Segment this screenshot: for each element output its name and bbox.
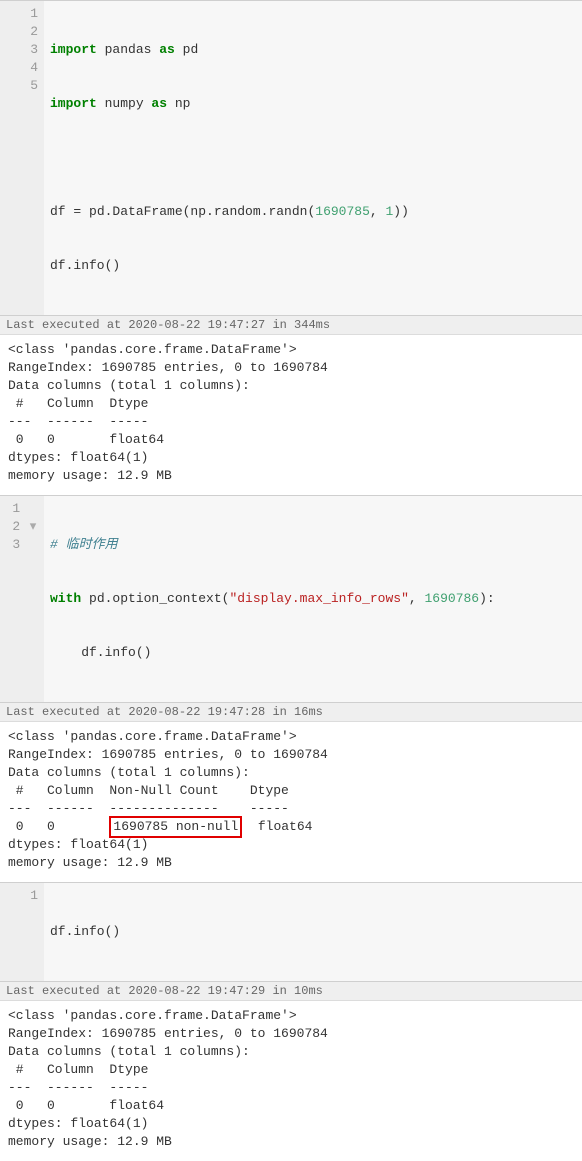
output-area-2: <class 'pandas.core.frame.DataFrame'> Ra… — [0, 722, 582, 882]
line-number-gutter: 1 2 ▾ 3 — [0, 496, 44, 702]
code-line: import numpy as np — [50, 95, 576, 113]
code-line: with pd.option_context("display.max_info… — [50, 590, 576, 608]
execution-status: Last executed at 2020-08-22 19:47:29 in … — [0, 982, 582, 1001]
execution-status: Last executed at 2020-08-22 19:47:27 in … — [0, 316, 582, 335]
highlighted-value: 1690785 non-null — [109, 816, 242, 838]
line-number-gutter: 1 2 3 4 5 — [0, 1, 44, 315]
output-area-1: <class 'pandas.core.frame.DataFrame'> Ra… — [0, 335, 582, 495]
code-line — [50, 149, 576, 167]
code-line: df.info() — [50, 644, 576, 662]
code-area[interactable]: df.info() — [44, 883, 582, 981]
fold-icon: ▾ — [28, 518, 38, 536]
code-line: df.info() — [50, 923, 576, 941]
code-line: import pandas as pd — [50, 41, 576, 59]
code-area[interactable]: # 临时作用 with pd.option_context("display.m… — [44, 496, 582, 702]
line-number-gutter: 1 — [0, 883, 44, 981]
code-area[interactable]: import pandas as pd import numpy as np d… — [44, 1, 582, 315]
code-cell-3[interactable]: 1 df.info() — [0, 882, 582, 982]
code-cell-2[interactable]: 1 2 ▾ 3 # 临时作用 with pd.option_context("d… — [0, 495, 582, 703]
execution-status: Last executed at 2020-08-22 19:47:28 in … — [0, 703, 582, 722]
code-cell-1[interactable]: 1 2 3 4 5 import pandas as pd import num… — [0, 0, 582, 316]
code-line: df = pd.DataFrame(np.random.randn(169078… — [50, 203, 576, 221]
output-area-3: <class 'pandas.core.frame.DataFrame'> Ra… — [0, 1001, 582, 1161]
code-line: # 临时作用 — [50, 536, 576, 554]
code-line: df.info() — [50, 257, 576, 275]
